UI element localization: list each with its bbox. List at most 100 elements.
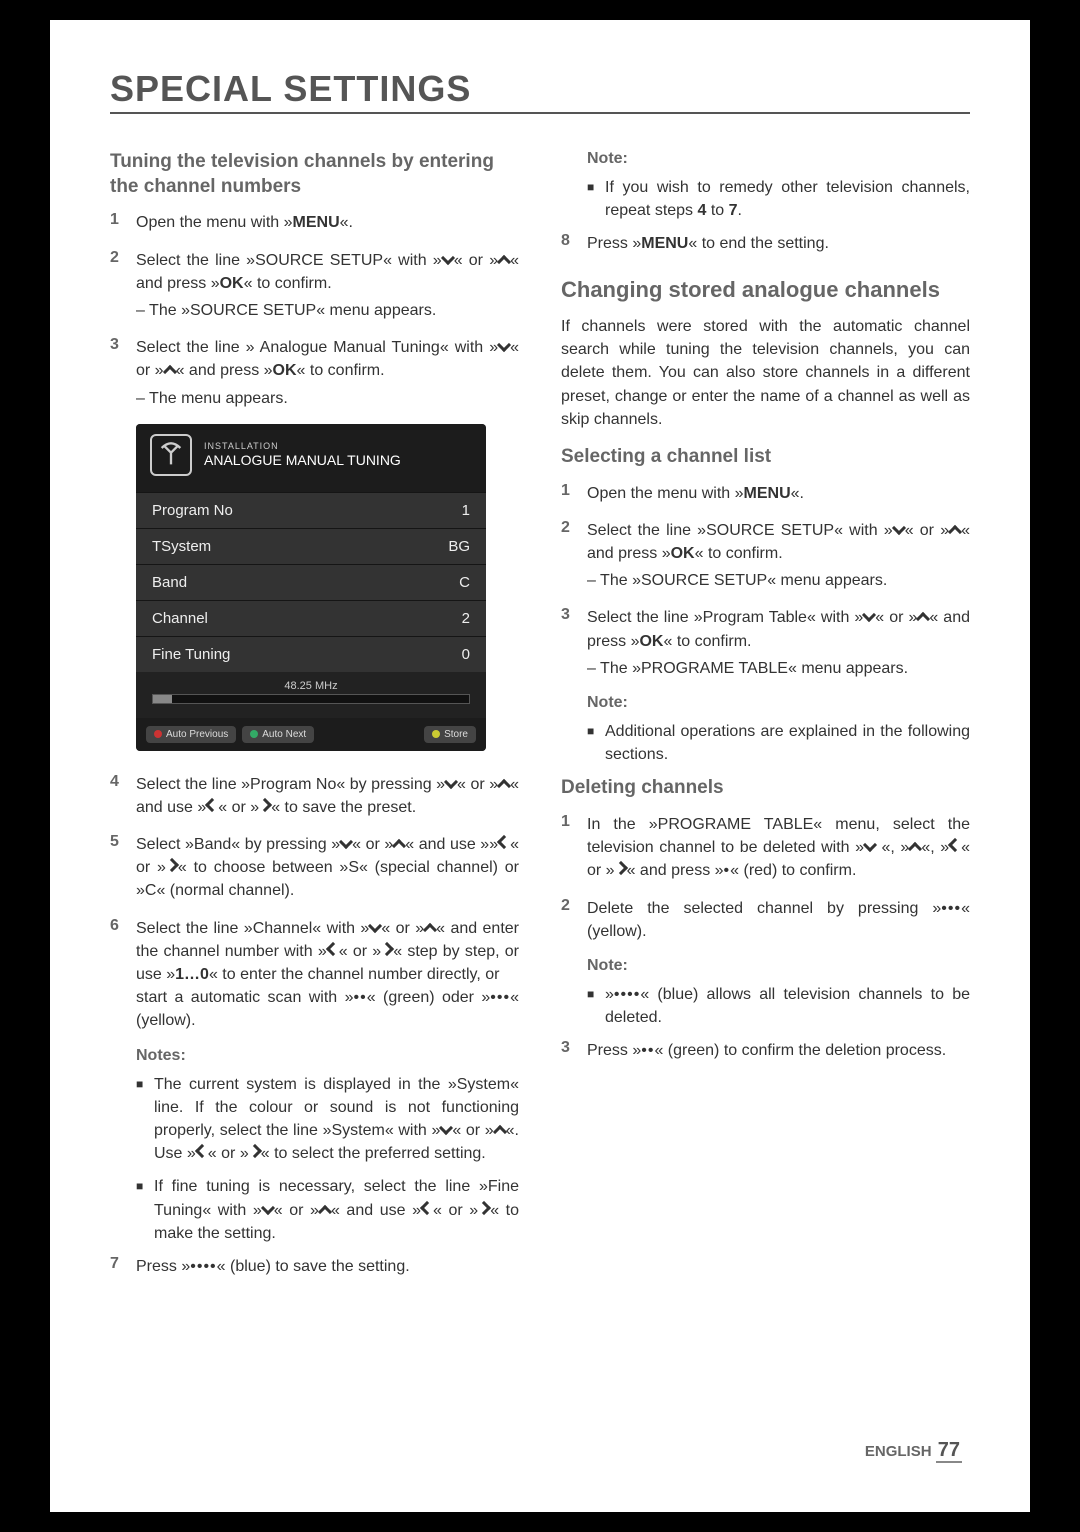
chevron-right-icon [614,861,628,875]
intro-paragraph: If channels were stored with the automat… [561,315,970,431]
osd-row-channel: Channel2 [136,600,486,636]
page-footer: ENGLISH 77 [865,1439,962,1462]
osd-header: INSTALLATION ANALOGUE MANUAL TUNING [136,424,486,492]
osd-row-tsystem: TSystemBG [136,528,486,564]
osd-btn-store: Store [424,726,476,743]
note-text: If you wish to remedy other television c… [605,176,970,222]
dots-blue-icon: •••• [614,986,640,1003]
sub-heading: Deleting channels [561,776,970,801]
chevron-down-icon [892,521,906,535]
chevron-down-icon [261,1200,275,1214]
antenna-icon [150,434,192,476]
note-text: »••••« (blue) allows all television chan… [605,983,970,1029]
note-item: ■ If fine tuning is necessary, select th… [136,1175,519,1245]
note-label: Note: [587,150,970,168]
step-text: Select the line » Analogue Manual Tuning… [136,336,519,410]
osd-progress-bar [152,694,470,704]
step-text: Select the line »Program Table« with »« … [587,606,970,680]
dot-yellow-icon [432,730,440,738]
bullet-icon: ■ [587,176,605,222]
step-d1: 1 In the »PROGRAME TABLE« menu, select t… [561,813,970,883]
osd-panel: INSTALLATION ANALOGUE MANUAL TUNING Prog… [136,424,486,751]
step-7: 7 Press »••••« (blue) to save the settin… [110,1255,519,1278]
right-column: Note: ■ If you wish to remedy other tele… [561,150,970,1292]
dots-green-icon: •• [641,1042,654,1059]
left-column: Tuning the television channels by enteri… [110,150,519,1292]
step-text: Press »••••« (blue) to save the setting. [136,1255,519,1278]
chevron-down-icon [444,775,458,789]
chevron-left-icon [195,1144,209,1158]
osd-progress-wrap [136,694,486,718]
step-6: 6 Select the line »Channel« with »« or »… [110,917,519,1033]
dots-green-icon: •• [354,989,367,1006]
chevron-up-icon [318,1204,332,1218]
step-4: 4 Select the line »Program No« by pressi… [110,773,519,819]
sub-text: – The »SOURCE SETUP« menu appears. [587,569,970,592]
step-number: 8 [561,232,587,255]
step-number: 1 [561,482,587,505]
columns: Tuning the television channels by enteri… [110,150,970,1292]
bullet-icon: ■ [587,983,605,1029]
step-text: Select the line »Channel« with »« or »« … [136,917,519,1033]
note-text: Additional operations are explained in t… [605,720,970,766]
sub-text: – The »SOURCE SETUP« menu appears. [136,299,519,322]
osd-titles: INSTALLATION ANALOGUE MANUAL TUNING [204,441,401,469]
step-5: 5 Select »Band« by pressing »« or »« and… [110,833,519,903]
section-heading: Tuning the television channels by enteri… [110,150,519,199]
note-item: ■ If you wish to remedy other television… [587,176,970,222]
step-text: Select »Band« by pressing »« or »« and u… [136,833,519,903]
sub-text: – The »PROGRAME TABLE« menu appears. [587,657,970,680]
osd-title: ANALOGUE MANUAL TUNING [204,452,401,469]
step-1: 1 Open the menu with »MENU«. [110,211,519,234]
step-number: 1 [110,211,136,234]
osd-subtitle: INSTALLATION [204,441,401,452]
osd-row-band: BandC [136,564,486,600]
note-label: Note: [587,957,970,975]
osd-progress-fill [153,695,172,703]
sub-text: – The menu appears. [136,387,519,410]
bullet-icon: ■ [136,1073,154,1166]
section-heading: Changing stored analogue channels [561,276,970,304]
chevron-left-icon [326,942,340,956]
dots-yellow-icon: ••• [490,989,510,1006]
note-item: ■ Additional operations are explained in… [587,720,970,766]
step-d2: 2 Delete the selected channel by pressin… [561,897,970,943]
step-number: 1 [561,813,587,883]
step-number: 3 [561,606,587,680]
step-a3: 3 Select the line »Program Table« with »… [561,606,970,680]
step-number: 7 [110,1255,136,1278]
dot-green-icon [250,730,258,738]
chevron-down-icon [441,250,455,264]
chevron-up-icon [163,365,177,379]
chevron-left-icon [420,1200,434,1214]
dot-red-icon [154,730,162,738]
step-text: Select the line »SOURCE SETUP« with »« o… [587,519,970,593]
step-a1: 1 Open the menu with »MENU«. [561,482,970,505]
step-text: Delete the selected channel by pressing … [587,897,970,943]
step-number: 4 [110,773,136,819]
note-item: ■ The current system is displayed in the… [136,1073,519,1166]
step-2: 2 Select the line »SOURCE SETUP« with »«… [110,249,519,323]
notes-label: Notes: [136,1047,519,1065]
chevron-down-icon [863,838,877,852]
page-title: SPECIAL SETTINGS [110,68,471,110]
chevron-right-icon [248,1144,262,1158]
dots-yellow-icon: ••• [941,900,961,917]
osd-btn-prev: Auto Previous [146,726,236,743]
note-item: ■ »••••« (blue) allows all television ch… [587,983,970,1029]
step-text: In the »PROGRAME TABLE« menu, select the… [587,813,970,883]
title-row: SPECIAL SETTINGS [110,68,970,114]
step-text: Select the line »Program No« by pressing… [136,773,519,819]
step-number: 6 [110,917,136,1033]
step-text: Open the menu with »MENU«. [136,211,519,234]
step-text: Press »••« (green) to confirm the deleti… [587,1039,970,1062]
step-number: 5 [110,833,136,903]
osd-btn-next: Auto Next [242,726,314,743]
step-3: 3 Select the line » Analogue Manual Tuni… [110,336,519,410]
sub-heading: Selecting a channel list [561,445,970,470]
note-label: Note: [587,694,970,712]
step-number: 2 [561,897,587,943]
step-number: 2 [561,519,587,593]
step-text: Select the line »SOURCE SETUP« with »« o… [136,249,519,323]
step-d3: 3 Press »••« (green) to confirm the dele… [561,1039,970,1062]
